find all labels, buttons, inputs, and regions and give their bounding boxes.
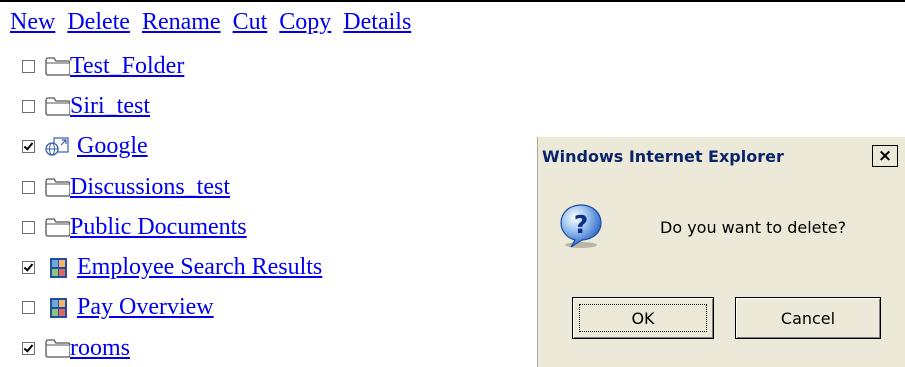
report-icon xyxy=(50,297,67,318)
cancel-label: Cancel xyxy=(780,308,836,328)
focus-ring xyxy=(579,304,707,332)
svg-text:?: ? xyxy=(574,210,589,239)
web-link-icon xyxy=(45,137,69,156)
item-checkbox[interactable] xyxy=(22,261,35,275)
dialog-titlebar[interactable]: Windows Internet Explorer × xyxy=(538,137,905,175)
confirm-dialog: Windows Internet Explorer × ? Do you wan… xyxy=(537,137,905,367)
item-link[interactable]: Employee Search Results xyxy=(77,254,322,281)
item-link[interactable]: rooms xyxy=(70,335,130,362)
report-icon xyxy=(50,257,67,278)
dialog-title: Windows Internet Explorer xyxy=(542,146,784,166)
folder-icon xyxy=(45,178,70,197)
ok-button[interactable]: OK xyxy=(572,297,714,339)
question-icon: ? xyxy=(560,204,602,248)
item-link[interactable]: Google xyxy=(77,133,148,160)
cancel-button[interactable]: Cancel xyxy=(735,297,881,339)
list-item: Siri_test xyxy=(22,86,322,126)
delete-link[interactable]: Delete xyxy=(67,9,130,35)
dialog-message: Do you want to delete? xyxy=(660,218,847,237)
close-icon: × xyxy=(877,145,893,166)
copy-link[interactable]: Copy xyxy=(279,9,331,35)
new-link[interactable]: New xyxy=(10,9,55,35)
rename-link[interactable]: Rename xyxy=(142,9,221,35)
action-toolbar: New Delete Rename Cut Copy Details xyxy=(10,7,411,37)
item-link[interactable]: Pay Overview xyxy=(77,294,214,321)
list-item: Test_Folder xyxy=(22,46,322,86)
folder-icon xyxy=(45,339,70,358)
item-link[interactable]: Siri_test xyxy=(70,93,150,120)
list-item: Pay Overview xyxy=(22,288,322,328)
item-checkbox[interactable] xyxy=(22,140,35,154)
file-list: Test_Folder Siri_test Google Discussions… xyxy=(22,46,322,367)
list-item: Google xyxy=(22,127,322,167)
details-link[interactable]: Details xyxy=(343,9,411,35)
cut-link[interactable]: Cut xyxy=(233,9,268,35)
list-item: Public Documents xyxy=(22,207,322,247)
item-link[interactable]: Public Documents xyxy=(70,214,247,241)
folder-icon xyxy=(45,97,70,117)
folder-icon xyxy=(45,57,70,76)
top-rule xyxy=(0,0,905,2)
list-item: Discussions_test xyxy=(22,167,322,207)
item-checkbox[interactable] xyxy=(22,341,35,355)
item-link[interactable]: Test_Folder xyxy=(70,53,184,80)
item-checkbox[interactable] xyxy=(22,99,35,113)
item-checkbox[interactable] xyxy=(22,220,35,234)
item-link[interactable]: Discussions_test xyxy=(70,174,230,201)
close-button[interactable]: × xyxy=(872,145,898,167)
item-checkbox[interactable] xyxy=(22,301,35,315)
item-checkbox[interactable] xyxy=(22,180,35,194)
item-checkbox[interactable] xyxy=(22,59,35,73)
folder-icon xyxy=(45,218,70,237)
list-item: Employee Search Results xyxy=(22,247,322,287)
list-item: rooms xyxy=(22,328,322,367)
